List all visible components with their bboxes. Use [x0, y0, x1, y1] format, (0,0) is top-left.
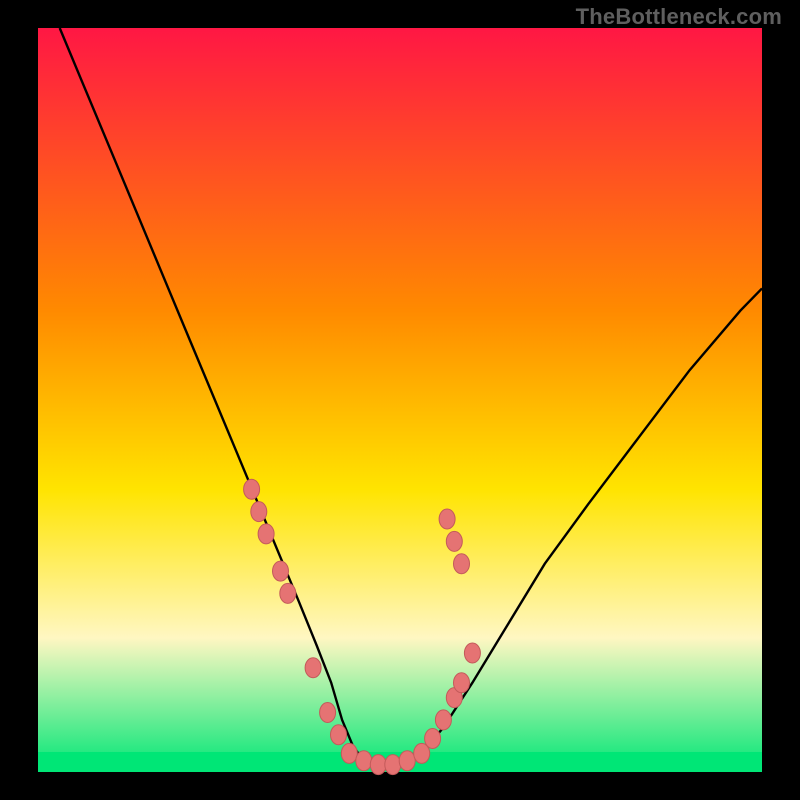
bottleneck-chart	[0, 0, 800, 800]
data-marker	[251, 502, 267, 522]
data-marker	[385, 755, 401, 775]
data-marker	[446, 531, 462, 551]
data-marker	[399, 751, 415, 771]
data-marker	[273, 561, 289, 581]
gradient-background	[38, 28, 762, 772]
data-marker	[341, 743, 357, 763]
data-marker	[435, 710, 451, 730]
data-marker	[305, 658, 321, 678]
data-marker	[280, 583, 296, 603]
data-marker	[464, 643, 480, 663]
data-marker	[425, 729, 441, 749]
watermark-label: TheBottleneck.com	[576, 4, 782, 30]
data-marker	[331, 725, 347, 745]
data-marker	[356, 751, 372, 771]
data-marker	[320, 703, 336, 723]
data-marker	[244, 479, 260, 499]
data-marker	[370, 755, 386, 775]
data-marker	[454, 554, 470, 574]
data-marker	[439, 509, 455, 529]
chart-stage: TheBottleneck.com	[0, 0, 800, 800]
data-marker	[258, 524, 274, 544]
data-marker	[454, 673, 470, 693]
